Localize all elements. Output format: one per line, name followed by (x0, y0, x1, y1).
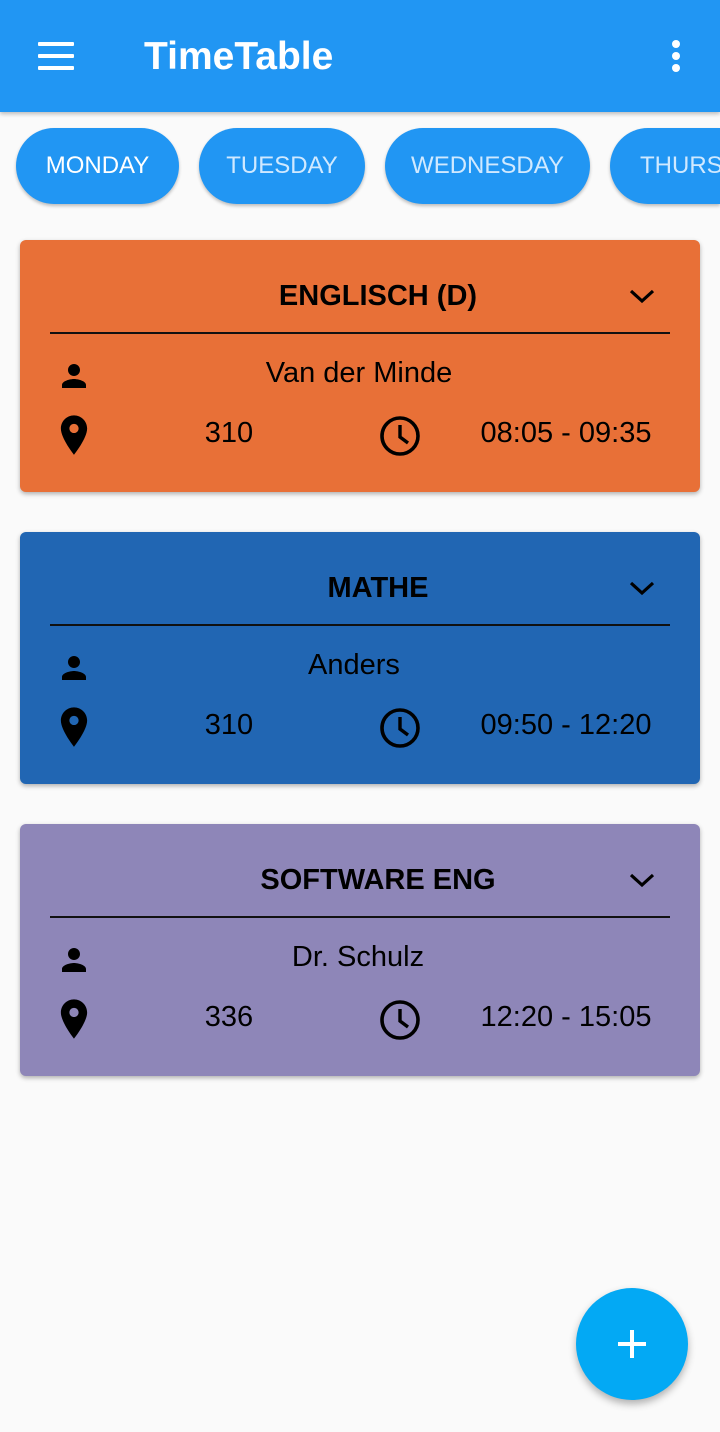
class-card[interactable]: MATHE Anders 310 09:50 - 12:20 (20, 532, 700, 784)
subject-title: ENGLISCH (D) (278, 280, 478, 312)
app-bar: TimeTable (0, 0, 720, 112)
chevron-down-icon[interactable] (626, 284, 658, 308)
chevron-down-icon[interactable] (626, 576, 658, 600)
plus-icon (630, 1330, 634, 1358)
class-card[interactable]: SOFTWARE ENG Dr. Schulz 336 12:20 - 15:0… (20, 824, 700, 1076)
teacher-name: Anders (308, 649, 400, 681)
clock-icon (380, 416, 420, 456)
tab-monday[interactable]: MONDAY (16, 128, 179, 204)
more-vert-icon[interactable] (660, 36, 692, 76)
class-card[interactable]: ENGLISCH (D) Van der Minde 310 08:05 - 0… (20, 240, 700, 492)
tab-tuesday[interactable]: TUESDAY (199, 128, 365, 204)
location-pin-icon (60, 999, 88, 1039)
location-pin-icon (60, 707, 88, 747)
tab-wednesday[interactable]: WEDNESDAY (385, 128, 590, 204)
subject-title: SOFTWARE ENG (260, 864, 496, 896)
divider (50, 624, 670, 626)
room-number: 310 (204, 417, 254, 449)
time-range: 12:20 - 15:05 (480, 1001, 652, 1033)
time-range: 09:50 - 12:20 (480, 709, 652, 741)
clock-icon (380, 708, 420, 748)
person-icon (62, 948, 86, 972)
location-pin-icon (60, 415, 88, 455)
person-icon (62, 364, 86, 388)
tab-thursday[interactable]: THURS (610, 128, 720, 204)
teacher-name: Van der Minde (265, 357, 453, 389)
divider (50, 332, 670, 334)
divider (50, 916, 670, 918)
chevron-down-icon[interactable] (626, 868, 658, 892)
hamburger-menu-icon[interactable] (36, 40, 76, 72)
person-icon (62, 656, 86, 680)
time-range: 08:05 - 09:35 (480, 417, 652, 449)
app-title: TimeTable (144, 35, 334, 78)
add-class-button[interactable] (576, 1288, 688, 1400)
room-number: 310 (204, 709, 254, 741)
subject-title: MATHE (327, 572, 429, 604)
room-number: 336 (204, 1001, 254, 1033)
clock-icon (380, 1000, 420, 1040)
teacher-name: Dr. Schulz (291, 941, 425, 973)
